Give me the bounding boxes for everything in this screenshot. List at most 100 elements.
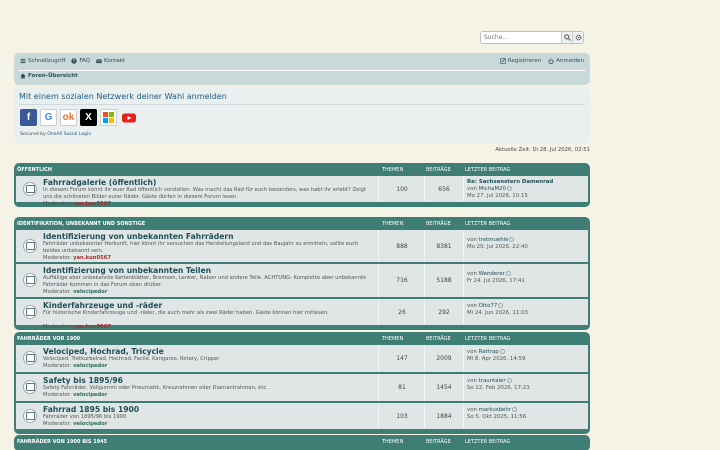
current-time: Aktuelle Zeit: Di 28. Jul 2026, 02:51 — [495, 147, 590, 153]
youtube-icon[interactable] — [120, 109, 137, 126]
forum-title[interactable]: Velociped, Hochrad, Tricycle — [43, 347, 164, 356]
forum-moderator: Moderator: yan.kun0567 — [43, 255, 111, 261]
column-divider — [378, 299, 379, 325]
google-icon[interactable]: G — [40, 109, 57, 126]
quick-access-link[interactable]: Schnellzugriff — [20, 58, 65, 64]
forum-read-icon — [23, 380, 37, 394]
forum-description: Auffällige aber unbekannte Kettenblätter… — [43, 275, 367, 288]
forum-last-post: von Wenderer Fr 24. Jul 2026, 17:41 — [467, 271, 525, 285]
forum-description: Fahrräder von 1895/96 bis 1900 — [43, 414, 127, 420]
faq-link[interactable]: ? FAQ — [71, 58, 90, 64]
facebook-icon[interactable]: f — [20, 109, 37, 126]
category-title[interactable]: FAHRRÄDER VON 1900 BIS 1945 — [17, 439, 107, 445]
forum-moderator: Moderator: yan.kun0567 — [43, 201, 111, 207]
last-post-user[interactable]: markusbehr — [479, 407, 511, 413]
forum-title[interactable]: Identifizierung von unbekannten Fahrräde… — [43, 232, 234, 241]
last-post-by: von — [467, 237, 477, 243]
oneall-link[interactable]: OneAll Social Login — [47, 132, 91, 137]
view-latest-icon[interactable] — [509, 237, 515, 242]
forum-row: Fahrradgalerie (öffentlich) In diesem For… — [16, 176, 588, 207]
last-post-user[interactable]: Otto77 — [479, 303, 498, 309]
last-post-title[interactable]: Re: Sachsenstern Damenrad — [467, 179, 553, 186]
forum-title[interactable]: Kinderfahrzeuge und -räder — [43, 301, 162, 310]
forum-posts-count: 1454 — [436, 384, 452, 391]
last-post-date: So 22. Feb 2026, 17:23 — [467, 385, 530, 391]
moderator-link[interactable]: yan.kun0567 — [73, 201, 111, 207]
view-latest-icon[interactable] — [505, 271, 511, 276]
login-label: Anmelden — [556, 58, 584, 64]
last-post-by: von — [467, 349, 477, 355]
view-latest-icon[interactable] — [511, 407, 517, 412]
forum-category: FAHRRÄDER VOR 1900 THEMEN BEITRÄGE LETZTER … — [14, 332, 590, 434]
forum-title[interactable]: Safety bis 1895/96 — [43, 376, 123, 385]
last-post-date: Mi 8. Apr 2026, 14:59 — [467, 356, 526, 362]
category-title[interactable]: IDENTIFIKATION, UNBEKANNT UND SONSTIGE — [17, 221, 145, 227]
forum-read-icon — [23, 305, 37, 319]
last-post-user[interactable]: tretmuehle — [479, 237, 509, 243]
col-topics: THEMEN — [382, 221, 404, 227]
register-label: Registrieren — [507, 58, 542, 64]
view-latest-icon[interactable] — [498, 303, 504, 308]
forum-last-post: von trauntaler So 22. Feb 2026, 17:23 — [467, 378, 530, 392]
last-post-user[interactable]: trauntaler — [479, 378, 506, 384]
gear-icon — [575, 34, 581, 41]
category-title[interactable]: ÖFFENTLICH — [17, 167, 52, 173]
moderator-link[interactable]: yan.kun0567 — [73, 324, 111, 330]
last-post-date: Mi 24. Jun 2026, 11:03 — [467, 310, 528, 316]
category-title[interactable]: FAHRRÄDER VOR 1900 — [17, 336, 80, 342]
search-input[interactable] — [481, 32, 561, 43]
forum-topics-count: 81 — [398, 384, 406, 391]
view-latest-icon[interactable] — [499, 349, 505, 354]
column-divider — [378, 264, 379, 297]
forum-last-post: Re: Sachsenstern Damenrad von MichaM20 Mo … — [467, 179, 553, 200]
microsoft-icon[interactable] — [100, 109, 117, 126]
svg-text:?: ? — [73, 59, 75, 64]
moderator-label: Moderator: — [43, 254, 72, 261]
navbar: Schnellzugriff ? FAQ Kontakt Registriere… — [14, 53, 590, 85]
last-post-by: von — [467, 186, 477, 192]
x-icon[interactable]: X — [80, 109, 97, 126]
forum-topics-count: 103 — [396, 413, 408, 420]
login-link[interactable]: Anmelden — [548, 58, 584, 64]
column-divider — [378, 230, 379, 262]
register-link[interactable]: Registrieren — [500, 58, 541, 64]
last-post-user[interactable]: Wenderer — [479, 271, 505, 277]
forum-read-icon — [23, 409, 37, 423]
moderator-link[interactable]: velocipedor — [73, 289, 107, 295]
view-latest-icon[interactable] — [506, 378, 512, 383]
forum-posts-count: 8381 — [436, 243, 452, 250]
col-topics: THEMEN — [382, 439, 404, 445]
forum-description: In diesem Forum könnt ihr euer Rad öffen… — [43, 187, 366, 200]
last-post-user[interactable]: MichaM20 — [479, 186, 506, 192]
forum-posts-count: 292 — [438, 309, 450, 316]
col-topics: THEMEN — [382, 336, 404, 342]
breadcrumb-home: Foren-Übersicht — [28, 73, 78, 79]
forum-title[interactable]: Identifizierung von unbekannten Teilen — [43, 266, 211, 275]
moderator-link[interactable]: velocipedor — [73, 363, 107, 369]
moderator-link[interactable]: velocipedor — [73, 392, 107, 398]
moderator-link[interactable]: yan.kun0567 — [73, 255, 111, 261]
col-posts: BEITRÄGE — [426, 336, 451, 342]
forum-title[interactable]: Fahrrad 1895 bis 1900 — [43, 405, 139, 414]
breadcrumb[interactable]: Foren-Übersicht — [20, 73, 78, 79]
secured-prefix: Secured by — [20, 132, 46, 137]
search-icon — [563, 34, 571, 41]
contact-link[interactable]: Kontakt — [96, 58, 125, 64]
search-button[interactable] — [561, 32, 572, 43]
edit-icon — [500, 58, 506, 64]
social-divider — [19, 104, 585, 105]
contact-label: Kontakt — [104, 58, 126, 64]
advanced-search-button[interactable] — [572, 32, 583, 43]
last-post-user[interactable]: Rattrap — [479, 349, 499, 355]
view-latest-icon[interactable] — [506, 186, 512, 191]
category-header: IDENTIFIKATION, UNBEKANNT UND SONSTIGE TH… — [16, 217, 588, 230]
forum-moderator: Moderator: velocipedor — [43, 363, 107, 369]
forum-topics-count: 26 — [398, 309, 406, 316]
odnoklassniki-icon[interactable]: ok — [60, 109, 77, 126]
moderator-link[interactable]: velocipedor — [73, 421, 107, 427]
forum-posts-count: 656 — [438, 186, 450, 193]
forum-title[interactable]: Fahrradgalerie (öffentlich) — [43, 178, 156, 187]
navbar-divider — [18, 70, 586, 71]
column-divider — [378, 403, 379, 429]
category-header: FAHRRÄDER VON 1900 BIS 1945 THEMEN BEITRÄG… — [16, 435, 588, 448]
